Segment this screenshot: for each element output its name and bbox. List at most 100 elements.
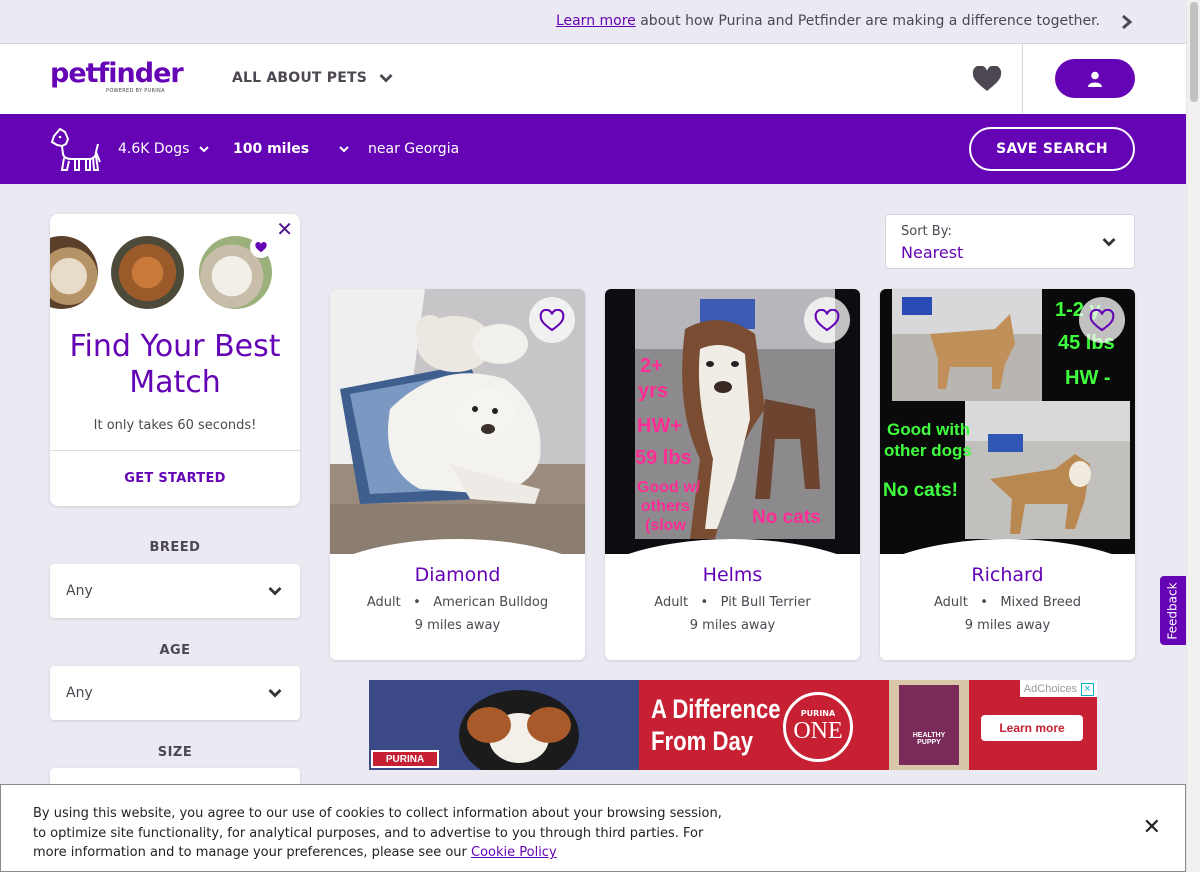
cookie-policy-link[interactable]: Cookie Policy bbox=[471, 845, 557, 860]
photo-text: 59 lbs bbox=[635, 447, 692, 469]
chevron-down-icon bbox=[1102, 238, 1116, 247]
cookie-message: By using this website, you agree to our … bbox=[33, 806, 722, 860]
site-header: petfinder POWERED BY PURINA ALL ABOUT PE… bbox=[0, 44, 1186, 114]
photo-text: 2+ bbox=[640, 355, 663, 377]
pet-age: Adult bbox=[654, 595, 689, 610]
pet-distance: 9 miles away bbox=[414, 618, 501, 633]
petfinder-logo[interactable]: petfinder POWERED BY PURINA bbox=[50, 58, 185, 98]
chevron-down-icon bbox=[268, 689, 282, 698]
header-divider bbox=[1022, 44, 1023, 114]
find-best-match-card: ✕ Find Your Best Match It only takes 60 … bbox=[50, 214, 300, 506]
ad-logo-one: ONE bbox=[793, 718, 843, 744]
photo-text: No cats bbox=[752, 507, 821, 528]
cookie-banner: By using this website, you agree to our … bbox=[0, 784, 1186, 872]
photo-text: Good w/ bbox=[637, 479, 701, 496]
close-icon[interactable]: × bbox=[1081, 682, 1094, 696]
nav-all-about-pets-label: ALL ABOUT PETS bbox=[232, 70, 368, 86]
pet-name: Helms bbox=[702, 564, 763, 586]
ad-headline-line1: A Difference bbox=[651, 694, 781, 724]
heart-outline-icon bbox=[814, 308, 840, 331]
pet-card[interactable]: Diamond Adult • American Bulldog 9 miles… bbox=[330, 289, 585, 660]
pet-distance: 9 miles away bbox=[689, 618, 776, 633]
adchoices[interactable]: AdChoices × bbox=[1019, 680, 1097, 697]
pet-card[interactable]: 1-2 y 45 lbs HW - Good with other dogs N… bbox=[880, 289, 1135, 660]
chevron-down-icon bbox=[379, 74, 393, 83]
pet-meta: Adult • Pit Bull Terrier bbox=[605, 595, 860, 610]
logo-tagline: POWERED BY PURINA bbox=[106, 88, 165, 94]
nav-all-about-pets[interactable]: ALL ABOUT PETS bbox=[232, 70, 393, 86]
photo-text: others bbox=[641, 498, 690, 515]
ad-banner[interactable]: A Difference From Day PURINA ONE HEALTHY… bbox=[369, 680, 1097, 770]
promo-text: Learn more about how Purina and Petfinde… bbox=[556, 13, 1100, 29]
bullet: • bbox=[404, 595, 430, 610]
dog-icon bbox=[50, 127, 101, 171]
purina-badge: PURINA bbox=[371, 750, 439, 768]
pet-card[interactable]: 2+ yrs HW+ 59 lbs Good w/ others (slow N… bbox=[605, 289, 860, 660]
dog-avatar bbox=[50, 236, 98, 309]
photo-text: yrs bbox=[638, 380, 668, 402]
cookie-text: By using this website, you agree to our … bbox=[33, 804, 733, 863]
adchoices-label: AdChoices bbox=[1023, 683, 1077, 695]
search-bar: 4.6K Dogs 100 miles near Georgia SAVE SE… bbox=[0, 114, 1186, 184]
purina-one-logo: PURINA ONE bbox=[783, 692, 853, 762]
pet-age: Adult bbox=[933, 595, 968, 610]
get-started-button[interactable]: GET STARTED bbox=[50, 471, 300, 486]
pet-meta: Adult • American Bulldog bbox=[330, 595, 585, 610]
dog-avatar bbox=[111, 236, 184, 309]
pet-meta: Adult • Mixed Breed bbox=[880, 595, 1135, 610]
favorite-button[interactable] bbox=[1079, 297, 1125, 343]
close-icon[interactable]: ✕ bbox=[1143, 815, 1161, 840]
distance-value: 100 miles bbox=[233, 141, 310, 157]
pet-breed: American Bulldog bbox=[433, 595, 549, 610]
filter-label-breed: BREED bbox=[149, 540, 201, 555]
favorites-heart-icon[interactable] bbox=[972, 66, 1002, 92]
close-icon[interactable]: ✕ bbox=[276, 219, 293, 239]
age-select-value: Any bbox=[66, 685, 93, 701]
heart-icon bbox=[250, 236, 272, 258]
pet-distance: 9 miles away bbox=[964, 618, 1051, 633]
age-select[interactable]: Any bbox=[50, 666, 300, 720]
save-search-button[interactable]: SAVE SEARCH bbox=[969, 127, 1135, 171]
ad-headline-line2: From Day bbox=[651, 726, 754, 756]
sort-label: Sort By: bbox=[901, 224, 952, 239]
ad-product-label: HEALTHY PUPPY bbox=[912, 732, 946, 746]
feedback-tab[interactable]: Feedback bbox=[1160, 576, 1186, 645]
scrollbar[interactable] bbox=[1186, 0, 1200, 872]
sort-value: Nearest bbox=[901, 243, 964, 262]
caret-down-icon bbox=[199, 146, 210, 152]
photo-text: (slow bbox=[645, 517, 686, 534]
filter-label-size: SIZE bbox=[157, 745, 193, 760]
feedback-label: Feedback bbox=[1166, 581, 1180, 640]
breed-select[interactable]: Any bbox=[50, 564, 300, 618]
photo-text: No cats! bbox=[883, 480, 958, 501]
divider bbox=[50, 450, 300, 451]
account-button[interactable] bbox=[1055, 59, 1135, 98]
heart-outline-icon bbox=[1089, 308, 1115, 331]
bullet: • bbox=[692, 595, 717, 610]
filter-label-age: AGE bbox=[159, 643, 191, 658]
heart-outline-icon bbox=[539, 308, 565, 331]
favorite-button[interactable] bbox=[529, 297, 575, 343]
animal-type-dropdown[interactable]: 4.6K Dogs bbox=[118, 141, 210, 157]
favorite-button[interactable] bbox=[804, 297, 850, 343]
distance-dropdown[interactable]: 100 miles bbox=[233, 141, 349, 157]
sort-select[interactable]: Sort By: Nearest bbox=[885, 214, 1135, 269]
promo-banner: Learn more about how Purina and Petfinde… bbox=[0, 0, 1186, 44]
chevron-right-icon[interactable] bbox=[1120, 14, 1134, 30]
breed-select-value: Any bbox=[66, 583, 93, 599]
match-subtitle: It only takes 60 seconds! bbox=[93, 418, 257, 433]
user-icon bbox=[1088, 71, 1102, 87]
pet-name: Richard bbox=[971, 564, 1044, 586]
logo-wordmark: petfinder bbox=[50, 58, 184, 89]
photo-text: other dogs bbox=[884, 441, 972, 460]
scrollbar-thumb[interactable] bbox=[1190, 2, 1198, 102]
caret-down-icon bbox=[339, 146, 349, 152]
ad-learn-more-button[interactable]: Learn more bbox=[981, 715, 1083, 741]
learn-more-link[interactable]: Learn more bbox=[556, 13, 636, 29]
chevron-down-icon bbox=[268, 587, 282, 596]
photo-text: HW+ bbox=[637, 415, 682, 437]
bullet: • bbox=[971, 595, 997, 610]
location-input[interactable]: near Georgia bbox=[368, 141, 459, 157]
ad-logo-brand: PURINA bbox=[800, 709, 836, 718]
pet-breed: Mixed Breed bbox=[1000, 595, 1082, 610]
